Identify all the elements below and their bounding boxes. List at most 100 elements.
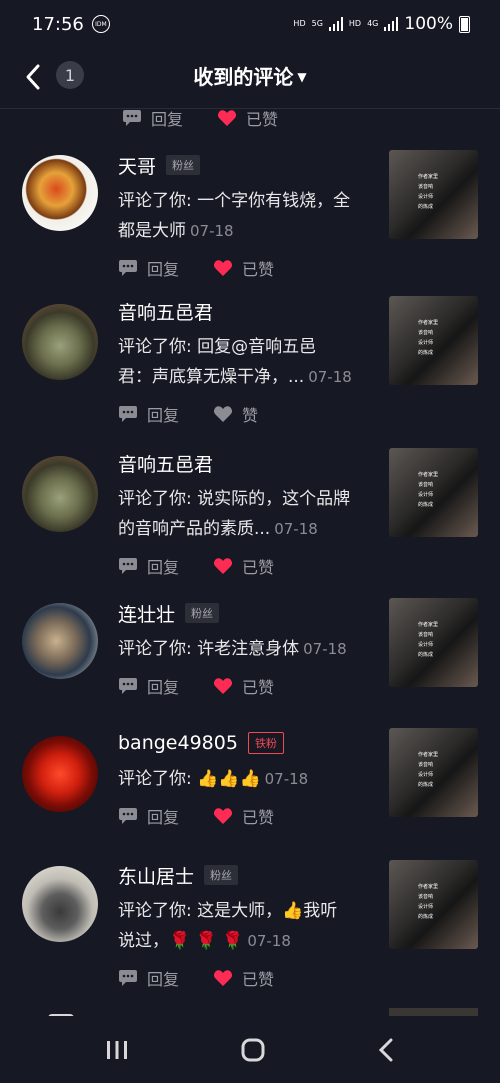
comment-content: 音响五邑君 评论了你: 回复@音响五邑 君：声底算无燥干净，... 07-18 回… — [118, 296, 373, 426]
network-5g-indicator: 5G — [311, 19, 323, 28]
like-button[interactable]: 已赞 — [213, 674, 274, 698]
user-name[interactable]: bange49805 — [118, 732, 238, 754]
avatar[interactable] — [22, 456, 98, 532]
comment-list[interactable]: 回复 已赞 天哥 粉丝 评论了你: 一个字你有钱烧，全 都是大师 07-18 回复 — [0, 108, 500, 1016]
comment-line-1: 评论了你: 👍👍👍 — [118, 769, 261, 789]
like-button[interactable]: 已赞 — [213, 554, 274, 578]
heart-icon — [217, 110, 237, 126]
reply-label: 回复 — [151, 110, 184, 129]
like-label: 已赞 — [242, 260, 275, 279]
status-time: 17:56 — [32, 13, 84, 35]
comment-line-1: 评论了你: 这是大师，👍我听 — [118, 901, 338, 921]
avatar[interactable] — [22, 866, 98, 942]
like-label: 已赞 — [242, 808, 275, 827]
reply-label: 回复 — [147, 678, 180, 697]
caret-down-icon: ▼ — [297, 70, 307, 84]
reply-label: 回复 — [147, 260, 180, 279]
avatar[interactable] — [22, 304, 98, 380]
comment-date: 07-18 — [308, 368, 352, 386]
avatar[interactable] — [22, 603, 98, 679]
like-label: 赞 — [242, 406, 259, 425]
reply-button[interactable]: 回复 — [118, 554, 179, 578]
comment-content: 东山居士 粉丝 评论了你: 这是大师，👍我听 说过，🌹 🌹 🌹 07-18 回复 … — [118, 860, 373, 990]
reply-button[interactable]: 回复 — [118, 256, 179, 280]
video-thumbnail — [389, 1008, 478, 1016]
video-thumbnail[interactable]: 作者家里 该音响 设计师 的炼成 — [389, 296, 478, 385]
comment-line-1: 评论了你: 说实际的，这个品牌 — [118, 489, 351, 509]
comment-line-1: 评论了你: 一个字你有钱烧，全 — [118, 191, 351, 211]
like-label: 已赞 — [242, 678, 275, 697]
video-thumbnail[interactable]: 作者家里 该音响 设计师 的炼成 — [389, 448, 478, 537]
comment-content: 音响五邑君 评论了你: 说实际的，这个品牌 的音响产品的素质... 07-18 回… — [118, 448, 373, 578]
comment-line-2: 的音响产品的素质... — [118, 519, 271, 539]
page-title-dropdown[interactable]: 收到的评论 ▼ — [0, 61, 500, 90]
thumbnail-caption: 作者家里 该音响 设计师 的炼成 — [418, 174, 439, 210]
user-name[interactable]: 天哥 — [118, 152, 156, 179]
list-item-partial[interactable] — [0, 1006, 500, 1016]
user-name[interactable]: 东山居士 — [118, 862, 194, 889]
thumbnail-caption: 作者家里 该音响 设计师 的炼成 — [418, 884, 439, 920]
reply-button[interactable]: 回复 — [118, 804, 179, 828]
back-nav-icon[interactable] — [377, 1037, 395, 1063]
like-label: 已赞 — [246, 110, 279, 129]
comment-content: 天哥 粉丝 评论了你: 一个字你有钱烧，全 都是大师 07-18 回复 已赞 — [118, 150, 373, 280]
reply-label: 回复 — [147, 406, 180, 425]
like-label: 已赞 — [242, 970, 275, 989]
home-icon[interactable] — [240, 1037, 266, 1063]
comment-text[interactable]: 评论了你: 👍👍👍 07-18 — [118, 764, 373, 794]
signal-icon-2 — [384, 17, 399, 31]
page-title: 收到的评论 — [193, 65, 294, 89]
comment-bubble-icon — [119, 260, 137, 276]
comment-text[interactable]: 评论了你: 许老注意身体 07-18 — [118, 634, 373, 664]
user-name[interactable]: 连壮壮 — [118, 600, 175, 627]
comment-line-2: 说过，🌹 🌹 🌹 — [118, 931, 244, 951]
user-name[interactable]: 音响五邑君 — [118, 450, 213, 477]
comment-bubble-icon — [119, 558, 137, 574]
comment-line-1: 评论了你: 回复@音响五邑 — [118, 337, 317, 357]
avatar[interactable] — [22, 736, 98, 812]
comment-bubble-icon — [119, 406, 137, 422]
reply-button[interactable]: 回复 — [118, 674, 179, 698]
idm-icon: IDM — [91, 15, 110, 33]
reply-label: 回复 — [147, 970, 180, 989]
video-thumbnail[interactable]: 作者家里 该音响 设计师 的炼成 — [389, 860, 478, 949]
fan-badge: 粉丝 — [185, 603, 220, 623]
comment-text[interactable]: 评论了你: 这是大师，👍我听 说过，🌹 🌹 🌹 07-18 — [118, 896, 373, 956]
reply-label: 回复 — [147, 558, 180, 577]
video-thumbnail[interactable]: 作者家里 该音响 设计师 的炼成 — [389, 598, 478, 687]
comment-content: 连壮壮 粉丝 评论了你: 许老注意身体 07-18 回复 已赞 — [118, 598, 373, 698]
like-button[interactable]: 已赞 — [213, 966, 274, 990]
comment-bubble-icon — [123, 110, 141, 126]
fan-badge: 粉丝 — [166, 155, 201, 175]
reply-button[interactable]: 回复 — [118, 966, 179, 990]
reply-button[interactable]: 回复 — [122, 108, 183, 130]
recent-apps-icon[interactable] — [105, 1039, 129, 1061]
user-name[interactable]: 音响五邑君 — [118, 298, 213, 325]
like-button[interactable]: 已赞 — [213, 804, 274, 828]
comment-line-2: 君：声底算无燥干净，... — [118, 367, 305, 387]
video-thumbnail[interactable]: 作者家里 该音响 设计师 的炼成 — [389, 150, 478, 239]
avatar[interactable] — [22, 155, 98, 231]
like-label: 已赞 — [242, 558, 275, 577]
reply-button[interactable]: 回复 — [118, 402, 179, 426]
comment-text[interactable]: 评论了你: 一个字你有钱烧，全 都是大师 07-18 — [118, 186, 373, 246]
heart-icon — [213, 260, 233, 276]
comment-date: 07-18 — [247, 932, 291, 950]
like-button[interactable]: 已赞 — [217, 108, 278, 130]
signal-icon — [328, 17, 343, 31]
like-button[interactable]: 已赞 — [213, 256, 274, 280]
system-nav-bar — [0, 1016, 500, 1083]
like-button[interactable]: 赞 — [213, 402, 258, 426]
iron-fan-badge: 铁粉 — [247, 732, 284, 754]
battery-icon — [459, 15, 470, 33]
network-4g-indicator: 4G — [367, 19, 379, 28]
thumbnail-caption: 作者家里 该音响 设计师 的炼成 — [418, 320, 439, 356]
comment-text[interactable]: 评论了你: 说实际的，这个品牌 的音响产品的素质... 07-18 — [118, 484, 373, 544]
comment-date: 07-18 — [274, 520, 318, 538]
video-thumbnail[interactable]: 作者家里 该音响 设计师 的炼成 — [389, 728, 478, 817]
thumbnail-caption: 作者家里 该音响 设计师 的炼成 — [418, 622, 439, 658]
comment-text[interactable]: 评论了你: 回复@音响五邑 君：声底算无燥干净，... 07-18 — [118, 332, 373, 392]
comment-bubble-icon — [119, 808, 137, 824]
hd-indicator-2: HD — [348, 19, 362, 28]
partial-comment-actions: 回复 已赞 — [122, 108, 312, 130]
